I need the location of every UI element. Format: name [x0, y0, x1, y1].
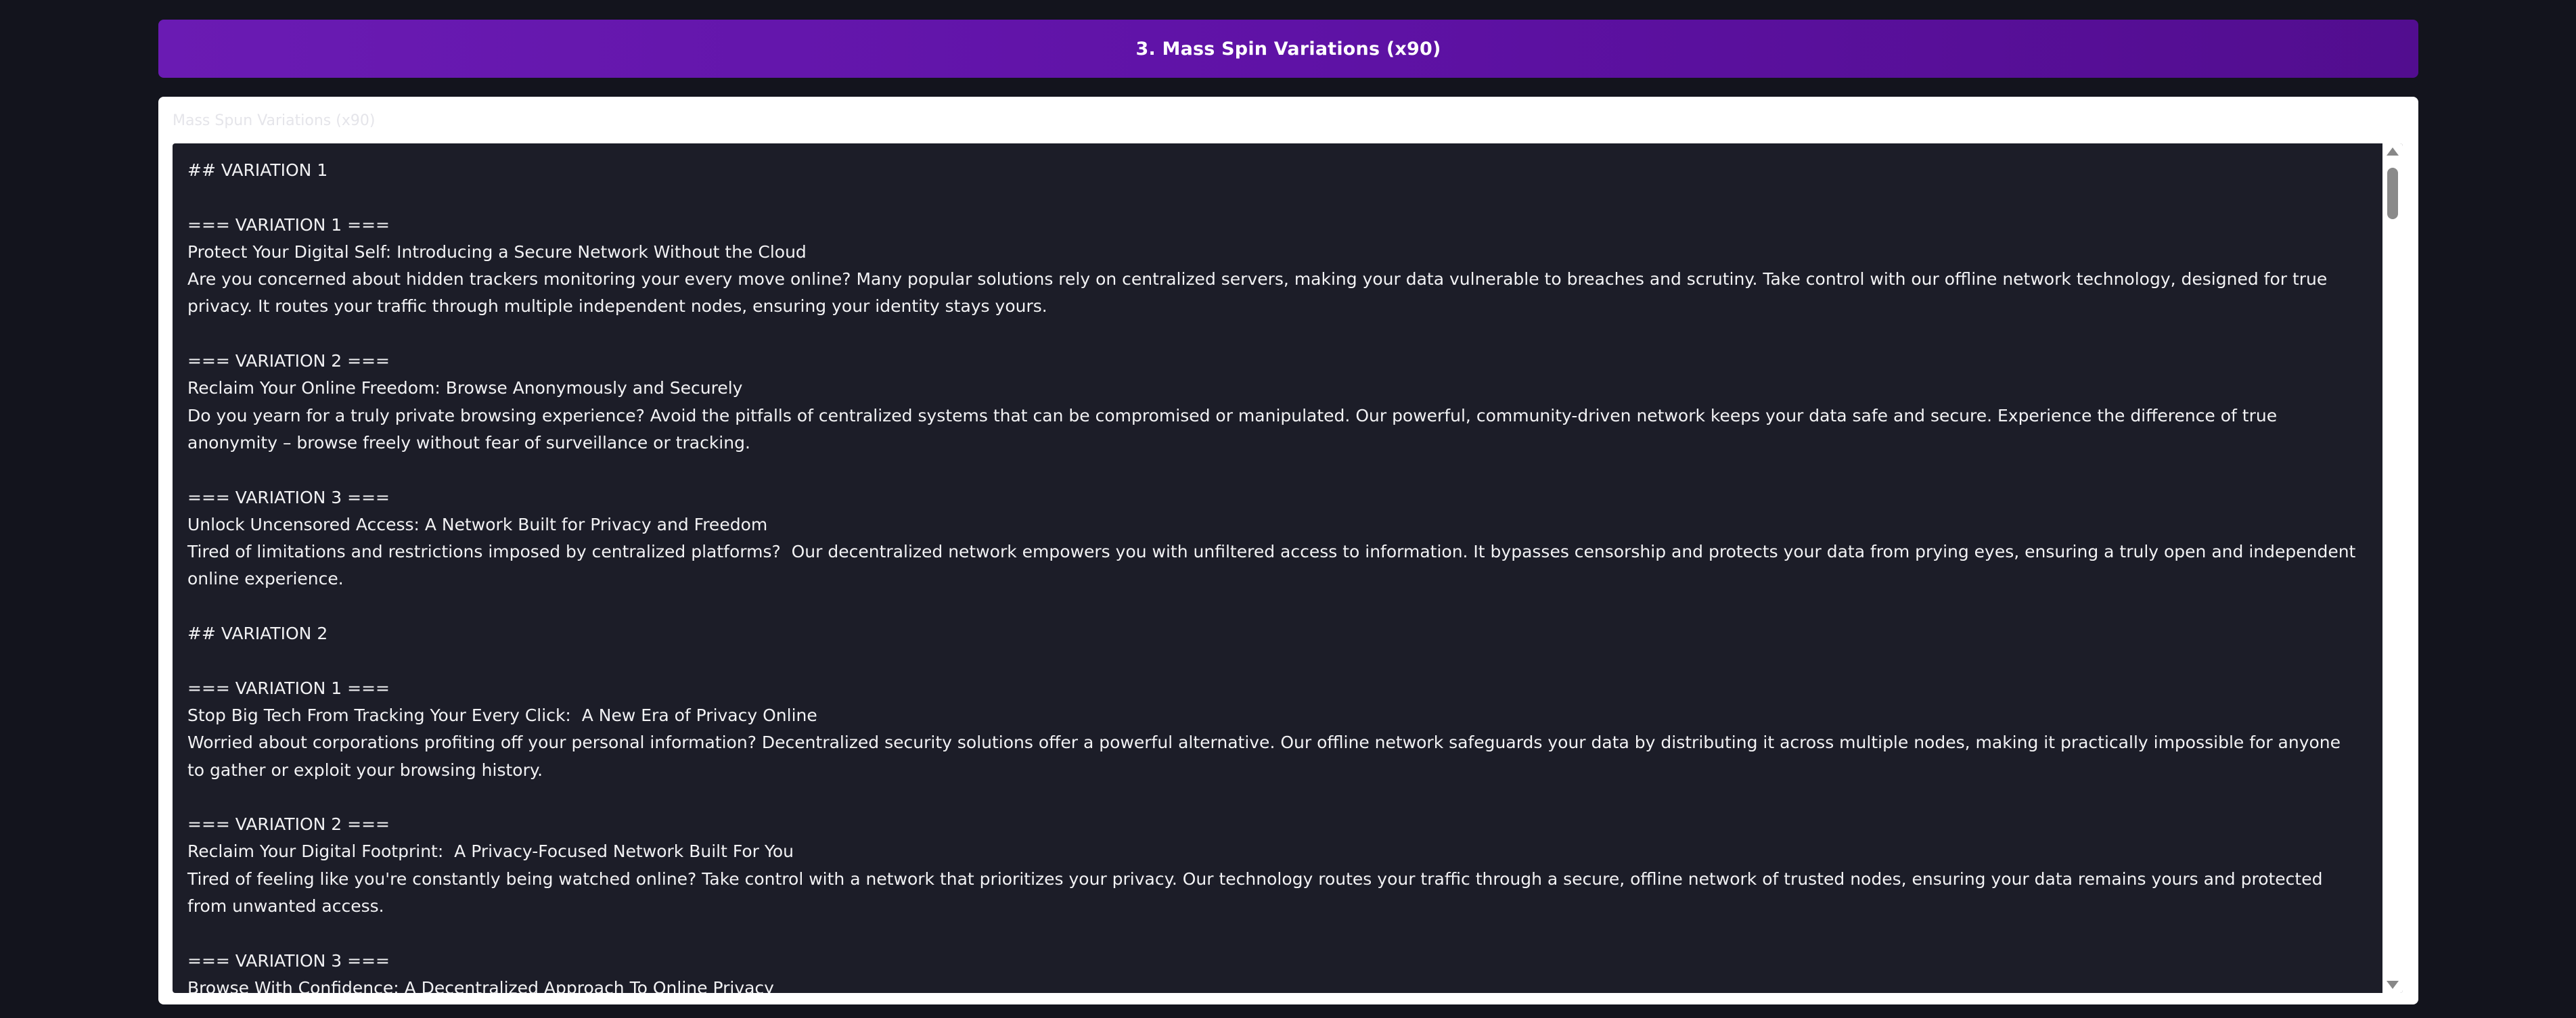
variations-textarea[interactable]: ## VARIATION 1 === VARIATION 1 === Prote… — [173, 143, 2403, 993]
section-title: 3. Mass Spin Variations (x90) — [1135, 38, 1441, 60]
output-label: Mass Spun Variations (x90) — [173, 112, 376, 129]
output-panel: Mass Spun Variations (x90) ## VARIATION … — [158, 97, 2418, 1004]
variations-text: ## VARIATION 1 === VARIATION 1 === Prote… — [187, 160, 2356, 993]
scrollbar-thumb[interactable] — [2387, 168, 2398, 219]
vertical-scrollbar[interactable] — [2382, 143, 2403, 993]
triangle-up-icon[interactable] — [2387, 147, 2399, 156]
section-header-button[interactable]: 3. Mass Spin Variations (x90) — [158, 20, 2418, 78]
triangle-down-icon[interactable] — [2387, 981, 2399, 989]
